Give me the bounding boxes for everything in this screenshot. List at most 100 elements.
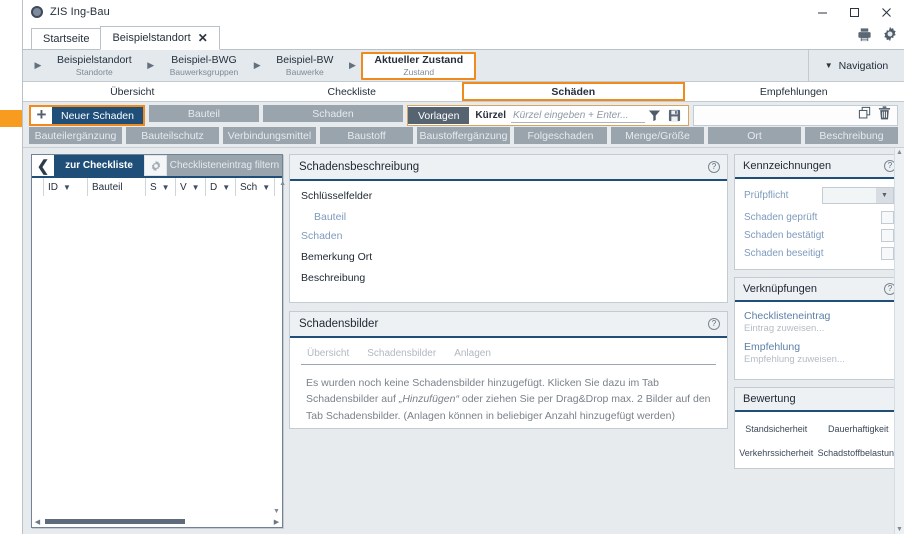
tab-anlagen[interactable]: Anlagen: [454, 348, 491, 359]
pruefpflicht-select[interactable]: ▼: [822, 187, 894, 204]
funnel-icon[interactable]: [645, 109, 665, 122]
breadcrumb-item-standort[interactable]: Beispielstandort Standorte: [47, 52, 142, 80]
tab-uebersicht[interactable]: Übersicht: [23, 82, 243, 101]
vertical-scrollbar[interactable]: ▼: [272, 196, 281, 515]
checkbox-label: Schaden bestätigt: [744, 230, 825, 241]
link-checklisteneintrag-sub[interactable]: Eintrag zuweisen...: [744, 323, 894, 334]
column-header-s[interactable]: S ▼: [146, 178, 176, 196]
column-header-v[interactable]: V ▼: [176, 178, 206, 196]
help-icon[interactable]: ?: [708, 161, 720, 173]
pruefpflicht-row: Prüfpflicht ▼: [744, 187, 894, 204]
schaden-button[interactable]: Schaden: [262, 105, 403, 122]
bauteil-button[interactable]: Bauteil: [148, 105, 259, 122]
chevron-down-icon[interactable]: ▼: [876, 188, 893, 203]
checkbox[interactable]: [881, 229, 894, 242]
save-disk-icon[interactable]: [665, 109, 685, 122]
checklist-filter-button[interactable]: Checklisteneintrag filtern: [167, 155, 282, 176]
tab-uebersicht-images[interactable]: Übersicht: [307, 348, 349, 359]
checkbox[interactable]: [881, 211, 894, 224]
right-column: Kennzeichnungen ? Prüfpflicht ▼ Schaden …: [734, 154, 904, 528]
checklist-panel-title[interactable]: zur Checkliste: [54, 155, 144, 176]
tab-schaeden[interactable]: Schäden: [462, 82, 685, 101]
sort-icon[interactable]: ▼: [222, 183, 230, 192]
scroll-down-arrow-icon[interactable]: ▼: [272, 508, 281, 515]
tab-label: Startseite: [43, 33, 90, 45]
scrollbar-thumb[interactable]: [45, 519, 185, 524]
field-bemerkung-ort[interactable]: Bemerkung Ort: [301, 251, 716, 263]
bauteilergaenzung-button[interactable]: Bauteilergänzung: [29, 127, 122, 144]
tab-startseite[interactable]: Startseite: [31, 28, 102, 50]
breadcrumb-item-bw[interactable]: Beispiel-BW Bauwerke: [266, 52, 343, 80]
link-empfehlung[interactable]: Empfehlung: [744, 341, 894, 353]
chevron-left-icon[interactable]: ❮: [32, 155, 54, 176]
sort-icon[interactable]: ▼: [192, 183, 200, 192]
column-header-blank: [32, 178, 44, 196]
ort-button[interactable]: Ort: [708, 127, 801, 144]
maximize-button[interactable]: [838, 0, 870, 24]
close-button[interactable]: [870, 0, 902, 24]
checkbox[interactable]: [881, 247, 894, 260]
tab-beispielstandort[interactable]: Beispielstandort ✕: [100, 26, 220, 50]
plus-icon[interactable]: +: [31, 106, 52, 124]
print-icon[interactable]: [857, 27, 872, 47]
column-header-bauteil[interactable]: Bauteil: [88, 178, 146, 196]
checkbox-row-bestaetigt[interactable]: Schaden bestätigt: [744, 229, 894, 242]
kurzel-input[interactable]: [510, 108, 645, 123]
help-icon[interactable]: ?: [708, 318, 720, 330]
column-header-id[interactable]: ID ▼: [44, 178, 88, 196]
rating-standsicherheit[interactable]: Standsicherheit: [739, 424, 814, 434]
checklist-table-body[interactable]: ▼ ◀ ▶: [32, 196, 282, 527]
gear-icon[interactable]: [144, 155, 167, 176]
breadcrumb-sub: Bauwerke: [285, 66, 324, 77]
tab-checkliste[interactable]: Checkliste: [243, 82, 463, 101]
field-bauteil[interactable]: Bauteil: [301, 211, 716, 223]
baustoff-button[interactable]: Baustoff: [320, 127, 413, 144]
column-label: ID: [48, 181, 58, 193]
checkbox-row-geprueft[interactable]: Schaden geprüft: [744, 211, 894, 224]
minimize-button[interactable]: [806, 0, 838, 24]
chevron-down-icon: ▼: [824, 61, 833, 70]
breadcrumb-item-bwg[interactable]: Beispiel-BWG Bauwerksgruppen: [160, 52, 249, 80]
tab-schadensbilder[interactable]: Schadensbilder: [367, 348, 436, 359]
navigation-button[interactable]: ▼ Navigation: [808, 50, 904, 81]
templates-button[interactable]: Vorlagen: [407, 107, 470, 124]
sort-icon[interactable]: ▼: [162, 183, 170, 192]
beschreibung-button[interactable]: Beschreibung: [805, 127, 898, 144]
scroll-left-arrow-icon[interactable]: ◀: [32, 518, 43, 526]
scroll-down-arrow-icon[interactable]: ▼: [895, 526, 904, 533]
empty-state-note: Es wurden noch keine Schadensbilder hinz…: [299, 365, 718, 428]
menge-groesse-button[interactable]: Menge/Größe: [611, 127, 704, 144]
verbindungsmittel-button[interactable]: Verbindungsmittel: [223, 127, 316, 144]
link-checklisteneintrag[interactable]: Checklisteneintrag: [744, 310, 894, 322]
checklist-panel: ❮ zur Checkliste Checklisteneintrag filt…: [31, 154, 286, 528]
field-beschreibung[interactable]: Beschreibung: [301, 272, 716, 284]
link-empfehlung-sub[interactable]: Empfehlung zuweisen...: [744, 354, 894, 365]
tab-empfehlungen[interactable]: Empfehlungen: [685, 82, 904, 101]
empty-note-line-3: (Anlagen können in beliebiger Anzahl hin…: [403, 409, 675, 422]
rating-dauerhaftigkeit[interactable]: Dauerhaftigkeit: [818, 424, 899, 434]
scroll-up-arrow-icon[interactable]: ▲: [895, 149, 904, 156]
rating-schadstoffbelastung[interactable]: Schadstoffbelastung: [818, 448, 899, 458]
column-header-d[interactable]: D ▼: [206, 178, 236, 196]
document-tab-strip: Startseite Beispielstandort ✕: [23, 24, 904, 50]
sort-icon[interactable]: ▼: [262, 183, 270, 192]
gear-icon[interactable]: [882, 26, 898, 47]
close-icon[interactable]: ✕: [198, 32, 208, 44]
trash-icon[interactable]: [878, 106, 891, 125]
checkbox-row-beseitigt[interactable]: Schaden beseitigt: [744, 247, 894, 260]
column-header-sch[interactable]: Sch ▼: [236, 178, 276, 196]
page-vertical-scrollbar[interactable]: ▲ ▼: [894, 148, 904, 534]
rating-verkehrssicherheit[interactable]: Verkehrssicherheit: [739, 448, 814, 458]
scroll-right-arrow-icon[interactable]: ▶: [271, 518, 282, 526]
breadcrumb-item-zustand[interactable]: Aktueller Zustand Zustand: [361, 51, 477, 80]
scroll-up-arrow-icon[interactable]: ▲: [275, 178, 290, 196]
field-schaden[interactable]: Schaden: [301, 230, 716, 242]
folgeschaden-button[interactable]: Folgeschaden: [514, 127, 607, 144]
column-label: S: [150, 181, 157, 193]
horizontal-scrollbar[interactable]: ◀ ▶: [32, 516, 282, 527]
baustoffergaenzung-button[interactable]: Baustoffergänzung: [417, 127, 510, 144]
new-damage-button[interactable]: Neuer Schaden: [52, 107, 143, 124]
sort-icon[interactable]: ▼: [63, 183, 71, 192]
bauteilschutz-button[interactable]: Bauteilschutz: [126, 127, 219, 144]
copy-icon[interactable]: [858, 106, 872, 125]
